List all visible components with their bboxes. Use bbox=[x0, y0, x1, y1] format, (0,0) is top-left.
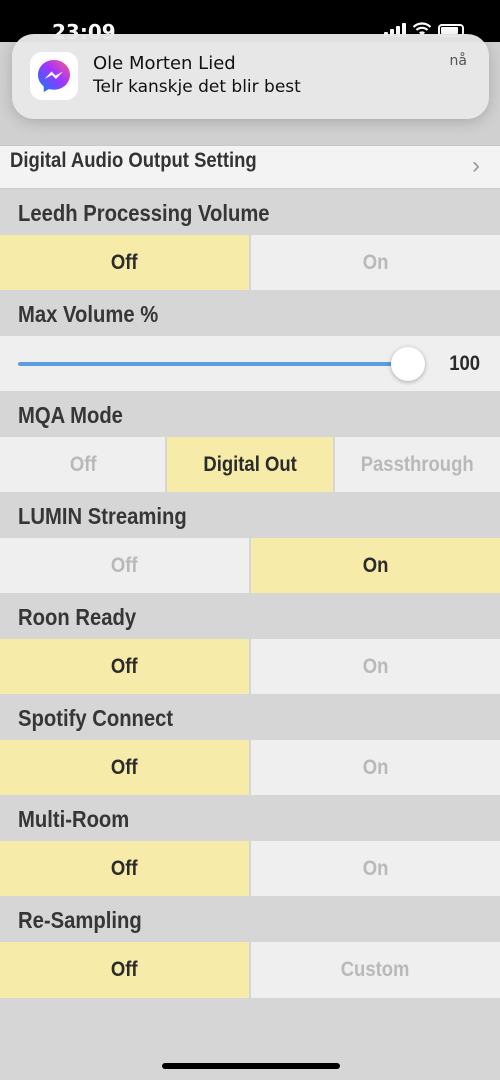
roon-off-option[interactable]: Off bbox=[0, 639, 251, 695]
roon-segmented-control: Off On bbox=[0, 639, 500, 695]
leedh-off-option[interactable]: Off bbox=[0, 235, 251, 291]
notification-sender: Ole Morten Lied bbox=[93, 53, 236, 74]
multiroom-off-option[interactable]: Off bbox=[0, 841, 251, 897]
multiroom-section: Multi-Room Off On bbox=[0, 795, 500, 897]
lumin-segmented-control: Off On bbox=[0, 538, 500, 594]
max-volume-section: Max Volume % 100 bbox=[0, 290, 500, 392]
max-volume-value: 100 bbox=[449, 352, 480, 375]
mqa-off-option[interactable]: Off bbox=[0, 437, 168, 493]
leedh-segmented-control: Off On bbox=[0, 235, 500, 291]
leedh-section: Leedh Processing Volume Off On bbox=[0, 189, 500, 291]
spotify-title: Spotify Connect bbox=[18, 705, 174, 731]
home-indicator[interactable] bbox=[162, 1063, 340, 1069]
lumin-section: LUMIN Streaming Off On bbox=[0, 492, 500, 594]
mqa-digital-out-option[interactable]: Digital Out bbox=[167, 437, 335, 493]
lumin-title: LUMIN Streaming bbox=[18, 503, 187, 529]
messenger-icon bbox=[30, 52, 78, 100]
spotify-on-option[interactable]: On bbox=[251, 740, 500, 796]
max-volume-slider-track[interactable] bbox=[18, 362, 412, 366]
mqa-passthrough-option[interactable]: Passthrough bbox=[335, 437, 500, 493]
leedh-on-option[interactable]: On bbox=[251, 235, 500, 291]
notification-time: nå bbox=[449, 53, 467, 69]
max-volume-title: Max Volume % bbox=[18, 301, 159, 327]
spotify-off-option[interactable]: Off bbox=[0, 740, 251, 796]
max-volume-slider-row: 100 bbox=[0, 336, 500, 392]
digital-audio-output-row[interactable]: Digital Audio Output Setting › bbox=[0, 145, 500, 189]
multiroom-on-option[interactable]: On bbox=[251, 841, 500, 897]
notification-message: Telr kanskje det blir best bbox=[93, 77, 301, 97]
resampling-title: Re-Sampling bbox=[18, 907, 142, 933]
mqa-segmented-control: Off Digital Out Passthrough bbox=[0, 437, 500, 493]
roon-title: Roon Ready bbox=[18, 604, 137, 630]
leedh-title: Leedh Processing Volume bbox=[18, 200, 270, 226]
resampling-off-option[interactable]: Off bbox=[0, 942, 251, 998]
resampling-segmented-control: Off Custom bbox=[0, 942, 500, 998]
resampling-custom-option[interactable]: Custom bbox=[251, 942, 500, 998]
mqa-title: MQA Mode bbox=[18, 402, 123, 428]
chevron-right-icon: › bbox=[472, 152, 480, 179]
spotify-segmented-control: Off On bbox=[0, 740, 500, 796]
multiroom-segmented-control: Off On bbox=[0, 841, 500, 897]
roon-on-option[interactable]: On bbox=[251, 639, 500, 695]
max-volume-slider-thumb[interactable] bbox=[391, 347, 425, 381]
spotify-section: Spotify Connect Off On bbox=[0, 694, 500, 796]
notification-banner[interactable]: Ole Morten Lied Telr kanskje det blir be… bbox=[12, 34, 489, 119]
multiroom-title: Multi-Room bbox=[18, 806, 130, 832]
mqa-section: MQA Mode Off Digital Out Passthrough bbox=[0, 391, 500, 493]
lumin-on-option[interactable]: On bbox=[251, 538, 500, 594]
digital-audio-output-label: Digital Audio Output Setting bbox=[10, 149, 257, 172]
resampling-section: Re-Sampling Off Custom bbox=[0, 896, 500, 998]
roon-section: Roon Ready Off On bbox=[0, 593, 500, 695]
lumin-off-option[interactable]: Off bbox=[0, 538, 251, 594]
